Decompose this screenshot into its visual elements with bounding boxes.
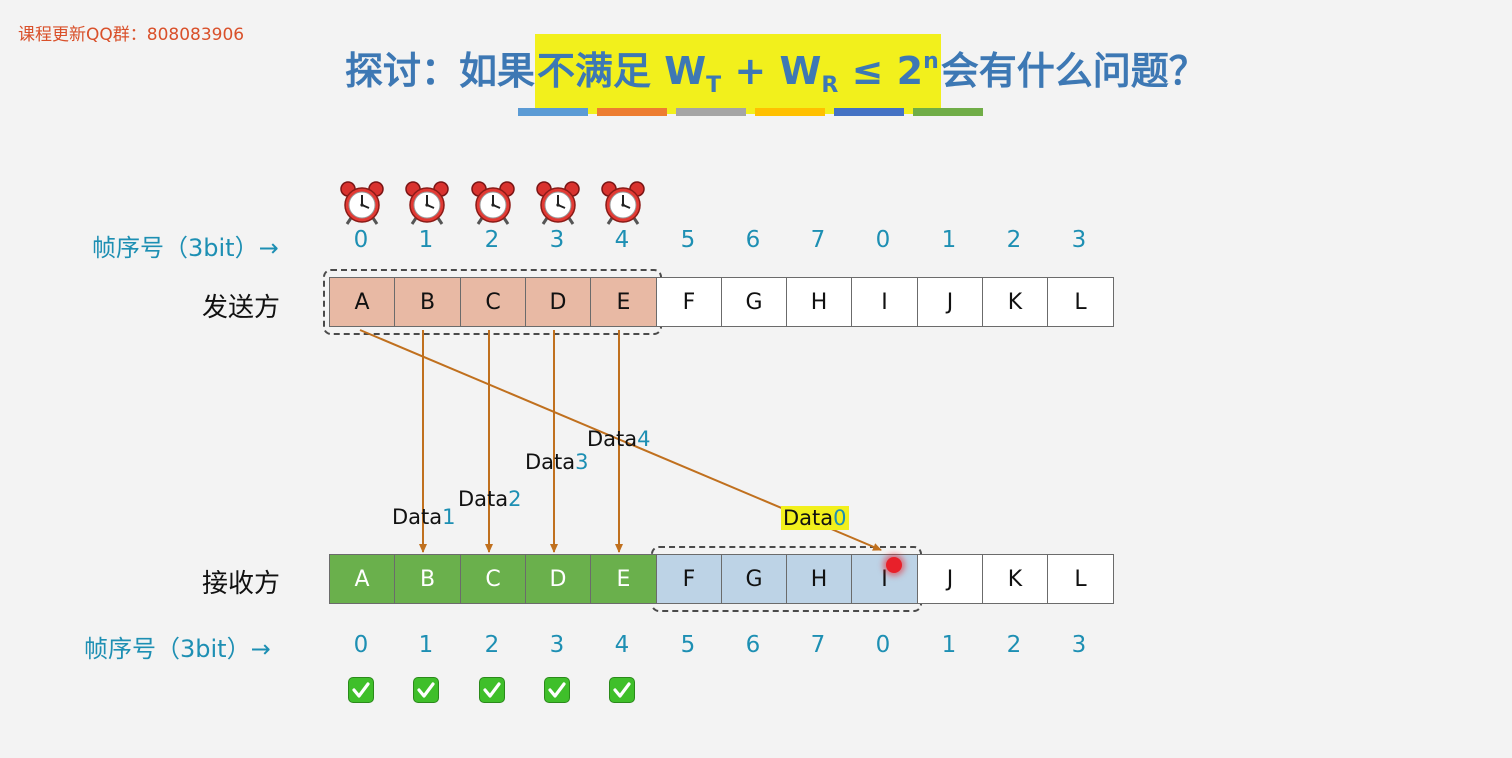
data1-prefix: Data xyxy=(392,505,443,529)
laser-pointer-dot xyxy=(886,557,902,573)
data2-num: 2 xyxy=(508,487,522,511)
data1-label: Data1 xyxy=(392,505,456,529)
data2-prefix: Data xyxy=(458,487,509,511)
data0-label: Data0 xyxy=(781,506,849,530)
data4-label: Data4 xyxy=(587,427,651,451)
data2-label: Data2 xyxy=(458,487,522,511)
data4-prefix: Data xyxy=(587,427,638,451)
data1-num: 1 xyxy=(442,505,456,529)
data3-num: 3 xyxy=(575,450,589,474)
data3-prefix: Data xyxy=(525,450,576,474)
arrows-layer xyxy=(359,329,882,553)
data3-label: Data3 xyxy=(525,450,589,474)
data4-num: 4 xyxy=(637,427,651,451)
data0-num: 0 xyxy=(833,506,847,530)
data0-prefix: Data xyxy=(783,506,834,530)
